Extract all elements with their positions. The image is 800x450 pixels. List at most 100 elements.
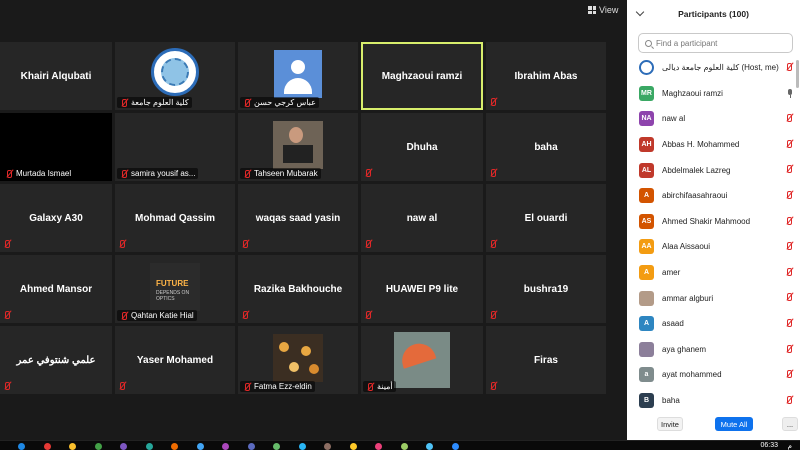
taskbar-app-icon[interactable]	[298, 443, 306, 450]
video-tile[interactable]: El ouardi	[486, 184, 606, 252]
participant-row[interactable]: ammar algburi	[627, 285, 800, 311]
taskbar-app-icon[interactable]	[273, 443, 280, 450]
mic-muted-icon[interactable]	[785, 318, 793, 327]
mic-muted-icon[interactable]	[785, 190, 793, 199]
zoom-meeting-window: View Khairi Alqubati كلية العلوم جامعة عبا…	[0, 0, 800, 450]
participant-row[interactable]: Aabirchifaasahraoui	[627, 183, 800, 209]
participant-avatar: A	[639, 316, 654, 332]
taskbar-app-icon[interactable]	[120, 443, 127, 450]
caption-text: كلية العلوم جامعة	[131, 98, 189, 107]
mic-muted-icon[interactable]	[785, 267, 793, 276]
video-tile[interactable]: Fatma Ezz-eldin	[238, 326, 358, 394]
participant-row[interactable]: AA Alaa Aissaoui	[627, 234, 800, 260]
participant-row[interactable]: aya ghanem	[627, 337, 800, 363]
video-tile[interactable]: Yaser Mohamed	[115, 326, 235, 394]
video-tile[interactable]: أمينة	[361, 326, 483, 394]
video-tile[interactable]: FUTURE DEPENDS ON OPTICS Qahtan Katie Hial	[115, 255, 235, 323]
mic-muted-icon[interactable]	[785, 114, 793, 123]
participant-name-caption: Qahtan Katie Hial	[117, 310, 197, 321]
video-tile[interactable]: waqas saad yasin	[238, 184, 358, 252]
video-tile[interactable]: Tahseen Mubarak	[238, 113, 358, 181]
search-icon	[645, 39, 652, 47]
mute-all-button[interactable]: Mute All	[715, 417, 753, 431]
video-tile[interactable]: كلية العلوم جامعة	[115, 42, 235, 110]
chevron-down-icon[interactable]	[635, 7, 645, 17]
mic-muted-icon	[243, 169, 251, 178]
search-input[interactable]	[656, 38, 786, 48]
video-tile[interactable]: عباس كرجي حسن	[238, 42, 358, 110]
participant-row[interactable]: AS Ahmed Shakir Mahmood	[627, 209, 800, 235]
participant-row[interactable]: MR Maghzaoui ramzi	[627, 81, 800, 107]
participants-list[interactable]: كلية العلوم جامعة ديالى (Host, me) MR Magh…	[627, 55, 800, 410]
mic-muted-icon	[118, 382, 126, 390]
taskbar-app-icon[interactable]	[171, 443, 178, 450]
participant-row[interactable]: Bbaha	[627, 388, 800, 410]
taskbar-app-icon[interactable]	[426, 443, 433, 450]
video-tile[interactable]: Dhuha	[361, 113, 483, 181]
mic-muted-icon[interactable]	[785, 293, 793, 302]
participant-row[interactable]: AH Abbas H. Mohammed	[627, 132, 800, 158]
mic-muted-icon[interactable]	[785, 370, 793, 379]
participant-name: aya ghanem	[662, 344, 707, 354]
participant-row[interactable]: كلية العلوم جامعة ديالى (Host, me)	[627, 55, 800, 81]
participant-avatar: MR	[639, 85, 654, 101]
video-tile[interactable]: Firas	[486, 326, 606, 394]
participant-name: Ahmed Shakir Mahmood	[662, 216, 751, 226]
taskbar-app-icon[interactable]	[375, 443, 382, 450]
mic-muted-icon[interactable]	[785, 63, 793, 71]
video-tile[interactable]: Ahmed Mansor	[0, 255, 112, 323]
participant-name-caption: أمينة	[363, 381, 396, 392]
mic-muted-icon	[243, 98, 251, 107]
mic-muted-icon[interactable]	[785, 344, 793, 353]
taskbar-app-icon[interactable]	[94, 443, 102, 450]
view-button[interactable]: View	[588, 5, 618, 15]
participant-avatar	[639, 290, 654, 306]
more-options-button[interactable]: ...	[782, 417, 798, 431]
taskbar-app-icon[interactable]	[451, 443, 459, 450]
taskbar-app-icon[interactable]	[247, 443, 255, 450]
participant-search[interactable]	[638, 33, 793, 53]
video-tile[interactable]: Maghzaoui ramzi	[361, 42, 483, 110]
participant-display-name: El ouardi	[524, 212, 568, 224]
video-tile[interactable]: Mohmad Qassim	[115, 184, 235, 252]
participants-panel: Participants (100) كلية العلوم جامعة ديا…	[627, 0, 800, 440]
mic-muted-icon[interactable]	[785, 165, 793, 174]
taskbar-app-icon[interactable]	[18, 443, 25, 450]
video-tile[interactable]: Galaxy A30	[0, 184, 112, 252]
video-tile[interactable]: bushra19	[486, 255, 606, 323]
default-avatar	[274, 50, 322, 98]
participant-name: Alaa Aissaoui	[662, 242, 711, 252]
video-tile[interactable]: Khairi Alqubati	[0, 42, 112, 110]
mic-on-icon[interactable]	[787, 88, 793, 98]
taskbar-app-icon[interactable]	[69, 443, 76, 450]
participant-row[interactable]: AL Abdelmalek Lazreg	[627, 157, 800, 183]
mic-muted-icon[interactable]	[785, 395, 793, 404]
taskbar-app-icon[interactable]	[145, 443, 153, 450]
mic-muted-icon[interactable]	[785, 242, 793, 251]
participant-row[interactable]: Aasaad	[627, 311, 800, 337]
video-tile[interactable]: Murtada Ismael	[0, 113, 112, 181]
participant-row[interactable]: Aamer	[627, 260, 800, 286]
video-tile[interactable]: HUAWEI P9 lite	[361, 255, 483, 323]
taskbar-app-icon[interactable]	[222, 443, 229, 450]
participant-row[interactable]: a ayat mohammed	[627, 362, 800, 388]
participants-header: Participants (100)	[627, 0, 800, 28]
taskbar-app-icon[interactable]	[324, 443, 331, 450]
mic-muted-icon[interactable]	[785, 139, 793, 148]
video-tile[interactable]: samira yousif as...	[115, 113, 235, 181]
video-tile[interactable]: naw al	[361, 184, 483, 252]
participant-name-caption: عباس كرجي حسن	[240, 97, 319, 108]
video-tile[interactable]: Razika Bakhouche	[238, 255, 358, 323]
invite-button[interactable]: Invite	[657, 417, 683, 431]
video-tile[interactable]: علمي شنتوفي عمر	[0, 326, 112, 394]
video-tile[interactable]: baha	[486, 113, 606, 181]
participant-name: ammar algburi	[662, 293, 714, 303]
mic-muted-icon[interactable]	[785, 216, 793, 225]
taskbar-app-icon[interactable]	[196, 443, 204, 450]
taskbar-app-icon[interactable]	[400, 443, 408, 450]
participants-scrollbar[interactable]	[796, 60, 799, 88]
participant-row[interactable]: NA naw al	[627, 106, 800, 132]
video-tile[interactable]: Ibrahim Abas	[486, 42, 606, 110]
taskbar-app-icon[interactable]	[43, 443, 51, 450]
taskbar-app-icon[interactable]	[349, 443, 357, 450]
